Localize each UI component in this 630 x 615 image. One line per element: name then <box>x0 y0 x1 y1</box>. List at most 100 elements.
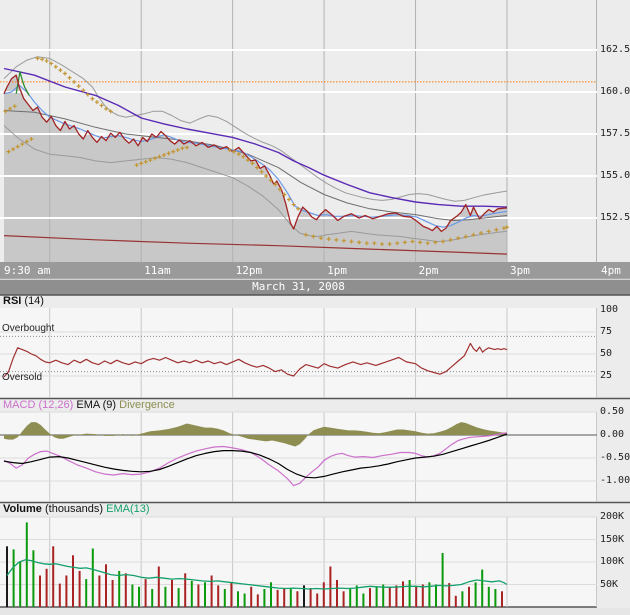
volume-bar <box>190 580 193 607</box>
volume-bar <box>78 571 81 607</box>
volume-bar <box>230 582 233 608</box>
volume-bar <box>461 591 464 608</box>
macd-tick-label: 0.50 <box>600 406 625 417</box>
overbought-label: Overbought <box>2 323 55 334</box>
volume-bar <box>243 593 246 607</box>
volume-ema-legend-label: EMA(13) <box>106 503 150 515</box>
volume-bar <box>289 588 292 607</box>
volume-bar <box>408 580 411 607</box>
volume-bar <box>105 564 107 608</box>
date-label: March 31, 2008 <box>252 280 345 293</box>
volume-bar <box>177 588 180 607</box>
volume-bar <box>329 566 332 607</box>
rsi-tick-label: 25 <box>600 370 613 381</box>
volume-bar <box>32 550 35 607</box>
volume-bar <box>276 589 279 607</box>
volume-bar <box>481 569 484 607</box>
volume-bar <box>144 579 147 607</box>
volume-bar <box>171 580 173 607</box>
volume-bar <box>91 548 94 607</box>
volume-bar <box>454 595 457 608</box>
divergence-legend-label: Divergence <box>116 399 175 411</box>
volume-tick-label: 50K <box>600 579 619 590</box>
volume-bar <box>336 580 338 607</box>
ema-legend-label: EMA (9) <box>73 399 117 411</box>
oversold-label: Oversold <box>2 372 43 383</box>
volume-bar <box>435 584 437 607</box>
volume-bar <box>283 589 286 607</box>
volume-bar <box>217 585 220 607</box>
volume-tick-label: 100K <box>600 556 625 567</box>
volume-bar <box>369 588 371 607</box>
volume-bar <box>19 562 22 607</box>
volume-bar <box>441 553 444 607</box>
volume-bar <box>309 588 312 607</box>
volume-bar <box>494 589 497 607</box>
volume-bar <box>388 586 391 608</box>
volume-bar <box>204 582 206 608</box>
time-axis-bar <box>0 262 630 279</box>
macd-legend-label: MACD (12,26) <box>3 399 74 411</box>
volume-bar <box>468 586 470 608</box>
volume-bar <box>487 586 490 608</box>
volume-bar <box>322 582 325 608</box>
volume-bar <box>39 575 41 607</box>
macd-tick-label: 0.00 <box>600 429 625 440</box>
volume-bar <box>157 566 160 607</box>
volume-bar <box>448 583 451 607</box>
volume-bar <box>270 582 272 608</box>
stock-chart-page: 9:30 am 11am 12pm 1pm 2pm 3pm 4pm March 31, 20… <box>0 0 630 615</box>
volume-bar <box>118 571 121 607</box>
volume-bar <box>138 586 140 608</box>
volume-panel-title: Volume (thousands) EMA(13) <box>3 503 150 515</box>
volume-bar <box>342 591 345 608</box>
volume-bar <box>250 586 253 608</box>
time-axis-label: 1pm <box>327 264 347 277</box>
volume-bar <box>362 593 365 607</box>
volume-bar <box>25 522 28 607</box>
volume-bar <box>65 575 68 607</box>
volume-bar <box>256 594 259 607</box>
price-tick-label: 160.0 <box>600 86 630 97</box>
price-tick-label: 162.5 <box>600 44 630 55</box>
volume-bar <box>111 580 114 607</box>
volume-legend-label: Volume <box>3 503 42 515</box>
rsi-tick-label: 50 <box>600 348 613 359</box>
volume-bar <box>263 589 266 607</box>
time-axis-label: 12pm <box>235 264 263 277</box>
bottom-strip <box>0 608 630 615</box>
volume-bar <box>296 591 299 608</box>
time-axis-label: 3pm <box>509 264 530 277</box>
price-tick-label: 157.5 <box>600 128 630 139</box>
volume-bar <box>316 593 319 607</box>
volume-bar <box>375 586 378 608</box>
volume-bar <box>237 591 239 608</box>
rsi-tick-label: 75 <box>600 326 613 337</box>
volume-bar <box>98 575 101 607</box>
price-tick-label: 155.0 <box>600 170 630 181</box>
volume-bar <box>12 549 15 607</box>
volume-bar <box>131 584 134 607</box>
volume-bar <box>6 546 8 608</box>
volume-bar <box>124 573 127 608</box>
time-axis-label: 9:30 am <box>4 264 51 277</box>
volume-bar <box>45 568 48 608</box>
volume-units-label: (thousands) <box>41 503 107 515</box>
volume-bar <box>85 579 88 607</box>
volume-bar <box>52 546 55 608</box>
macd-tick-label: -1.00 <box>600 475 630 486</box>
volume-bar <box>223 589 226 607</box>
rsi-title-param: (14) <box>21 295 44 307</box>
rsi-title-main: RSI <box>3 295 22 307</box>
macd-panel-title: MACD (12,26) EMA (9) Divergence <box>3 399 175 411</box>
volume-bar <box>210 575 213 607</box>
time-axis-label: 2pm <box>418 264 439 277</box>
volume-bar <box>151 589 154 607</box>
price-tick-label: 152.5 <box>600 212 630 223</box>
date-bar: March 31, 2008 <box>0 280 597 293</box>
volume-bar <box>395 585 398 607</box>
volume-bar <box>355 585 358 607</box>
macd-tick-label: -0.50 <box>600 452 630 463</box>
volume-bar <box>164 586 167 608</box>
volume-bar <box>72 555 74 608</box>
